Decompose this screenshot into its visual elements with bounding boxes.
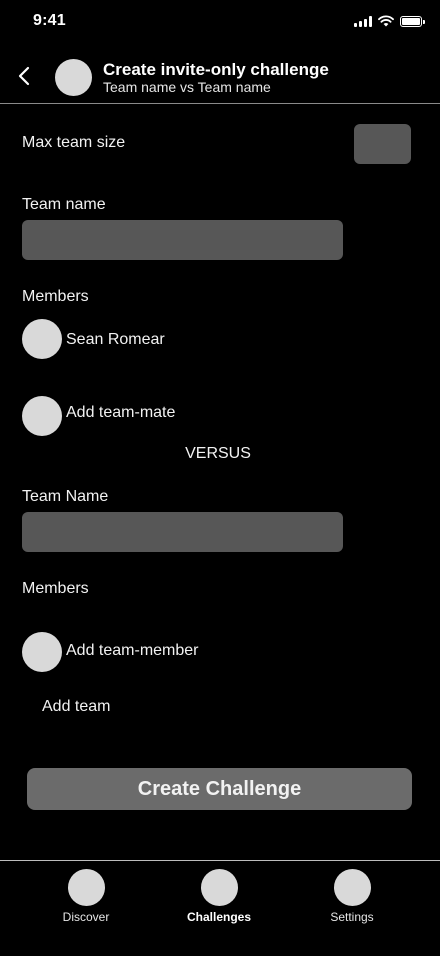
tab-bar-divider bbox=[0, 860, 440, 861]
tab-challenges[interactable]: Challenges bbox=[164, 869, 274, 924]
team2-name-label: Team Name bbox=[22, 488, 109, 505]
add-team-member-button[interactable]: Add team-member bbox=[66, 642, 199, 660]
team1-name-label: Team name bbox=[22, 196, 106, 213]
team2-members-label: Members bbox=[22, 580, 89, 597]
cellular-signal-icon bbox=[354, 15, 372, 27]
add-team-mate-avatar[interactable] bbox=[22, 396, 62, 436]
add-team-member-avatar[interactable] bbox=[22, 632, 62, 672]
max-team-size-input[interactable] bbox=[354, 124, 411, 164]
challenge-avatar bbox=[55, 59, 92, 96]
team2-name-input[interactable] bbox=[22, 512, 343, 552]
wifi-icon bbox=[378, 15, 394, 27]
tab-challenges-label[interactable]: Challenges bbox=[187, 910, 251, 924]
challenges-icon[interactable] bbox=[200, 869, 238, 906]
tab-settings[interactable]: Settings bbox=[297, 869, 407, 924]
create-challenge-button[interactable]: Create Challenge bbox=[27, 768, 412, 810]
team1-members-label: Members bbox=[22, 288, 89, 305]
status-icons bbox=[354, 15, 425, 27]
member-name: Sean Romear bbox=[66, 331, 165, 348]
discover-icon[interactable] bbox=[67, 869, 105, 906]
add-team-button[interactable]: Add team bbox=[42, 698, 110, 716]
page-subtitle: Team name vs Team name bbox=[103, 79, 271, 95]
battery-icon bbox=[400, 15, 425, 27]
status-time: 9:41 bbox=[33, 12, 66, 29]
header-divider bbox=[0, 103, 440, 104]
tab-settings-label[interactable]: Settings bbox=[330, 910, 373, 924]
page-title: Create invite-only challenge bbox=[103, 60, 329, 79]
team1-name-input[interactable] bbox=[22, 220, 343, 260]
tab-discover-label[interactable]: Discover bbox=[63, 910, 110, 924]
member-avatar bbox=[22, 319, 62, 359]
versus-label: VERSUS bbox=[185, 445, 251, 462]
back-arrow-icon[interactable] bbox=[12, 62, 40, 90]
add-team-mate-button[interactable]: Add team-mate bbox=[66, 404, 175, 422]
max-team-size-label: Max team size bbox=[22, 134, 126, 151]
settings-icon[interactable] bbox=[333, 869, 371, 906]
tab-discover[interactable]: Discover bbox=[31, 869, 141, 924]
